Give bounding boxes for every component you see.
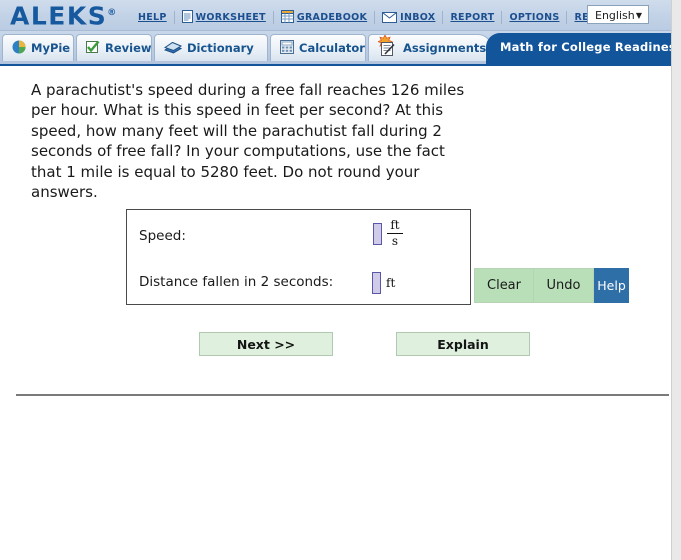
header-link-options[interactable]: OPTIONS [509, 12, 559, 23]
answer-input-panel: Speed: ft s Distance fallen in 2 seconds… [126, 209, 471, 305]
assignment-star-icon [377, 34, 398, 61]
header-link-report[interactable]: REPORT [450, 12, 494, 23]
course-name-banner: Math for College Readiness [486, 33, 681, 64]
right-gutter-strip [671, 0, 681, 560]
tab-calculator[interactable]: Calculator [270, 34, 366, 61]
next-button[interactable]: Next >> [199, 332, 333, 356]
answer-input-speed[interactable] [373, 222, 382, 245]
nav-separator [272, 10, 274, 24]
aleks-application-window: ALEKS® HELP WORKSHEET GRADEBOOK INBOX RE… [0, 0, 681, 560]
envelope-icon [382, 8, 398, 27]
language-selector[interactable]: English ▼ [587, 5, 649, 24]
unit-denominator: s [391, 234, 399, 248]
answer-toolbar: Clear Undo Help [474, 268, 629, 303]
header-link-worksheet[interactable]: WORKSHEET [196, 12, 266, 23]
book-icon [163, 39, 183, 58]
tab-assignments[interactable]: Assignments [368, 34, 492, 61]
answer-field-distance-group: ft [372, 272, 395, 294]
exercise-content-area: A parachutist's speed during a free fall… [0, 66, 671, 560]
unit-ft: ft [386, 276, 396, 290]
pie-chart-icon [12, 39, 26, 58]
aleks-logo-text: ALEKS [10, 1, 108, 31]
unit-numerator: ft [390, 218, 400, 232]
nav-separator [173, 10, 175, 24]
language-selector-value: English [595, 9, 635, 22]
answer-input-distance[interactable] [372, 272, 381, 294]
clear-button[interactable]: Clear [474, 268, 534, 303]
nav-separator [501, 10, 503, 24]
tab-dictionary-label: Dictionary [187, 41, 254, 55]
unit-fraction-ft-per-s: ft s [387, 219, 403, 248]
help-button[interactable]: Help [594, 268, 629, 303]
answer-row-distance-label: Distance fallen in 2 seconds: [139, 274, 334, 290]
nav-separator [374, 10, 376, 24]
aleks-logo: ALEKS® [10, 0, 116, 29]
answer-row-speed: Speed: [139, 228, 186, 244]
tab-review-label: Review [105, 41, 152, 55]
header-link-inbox[interactable]: INBOX [400, 12, 435, 23]
tab-review[interactable]: Review [76, 34, 152, 61]
tab-mypie[interactable]: MyPie [2, 34, 74, 61]
calculator-icon [280, 39, 294, 58]
course-name-label: Math for College Readiness [500, 40, 681, 54]
document-icon [181, 8, 193, 27]
problem-statement: A parachutist's speed during a free fall… [31, 81, 465, 202]
nav-separator [442, 10, 444, 24]
tab-calculator-label: Calculator [299, 41, 365, 55]
answer-row-speed-label: Speed: [139, 228, 186, 244]
top-header-bar: ALEKS® HELP WORKSHEET GRADEBOOK INBOX RE… [0, 0, 671, 31]
gradebook-icon [280, 8, 294, 27]
tab-assignments-label: Assignments [403, 41, 487, 55]
tab-mypie-label: MyPie [31, 41, 71, 55]
nav-separator [566, 10, 568, 24]
chevron-down-icon: ▼ [635, 11, 642, 20]
registered-trademark-icon: ® [107, 8, 117, 18]
tab-dictionary[interactable]: Dictionary [154, 34, 268, 61]
content-divider [16, 394, 669, 396]
header-nav-links: HELP WORKSHEET GRADEBOOK INBOX REPORT OP… [138, 9, 656, 25]
header-link-help[interactable]: HELP [138, 12, 167, 23]
undo-button[interactable]: Undo [534, 268, 594, 303]
answer-field-speed-group: ft s [373, 219, 403, 248]
answer-row-distance: Distance fallen in 2 seconds: [139, 274, 333, 290]
check-clipboard-icon [86, 39, 100, 58]
explain-button[interactable]: Explain [396, 332, 530, 356]
header-link-gradebook[interactable]: GRADEBOOK [297, 12, 367, 23]
